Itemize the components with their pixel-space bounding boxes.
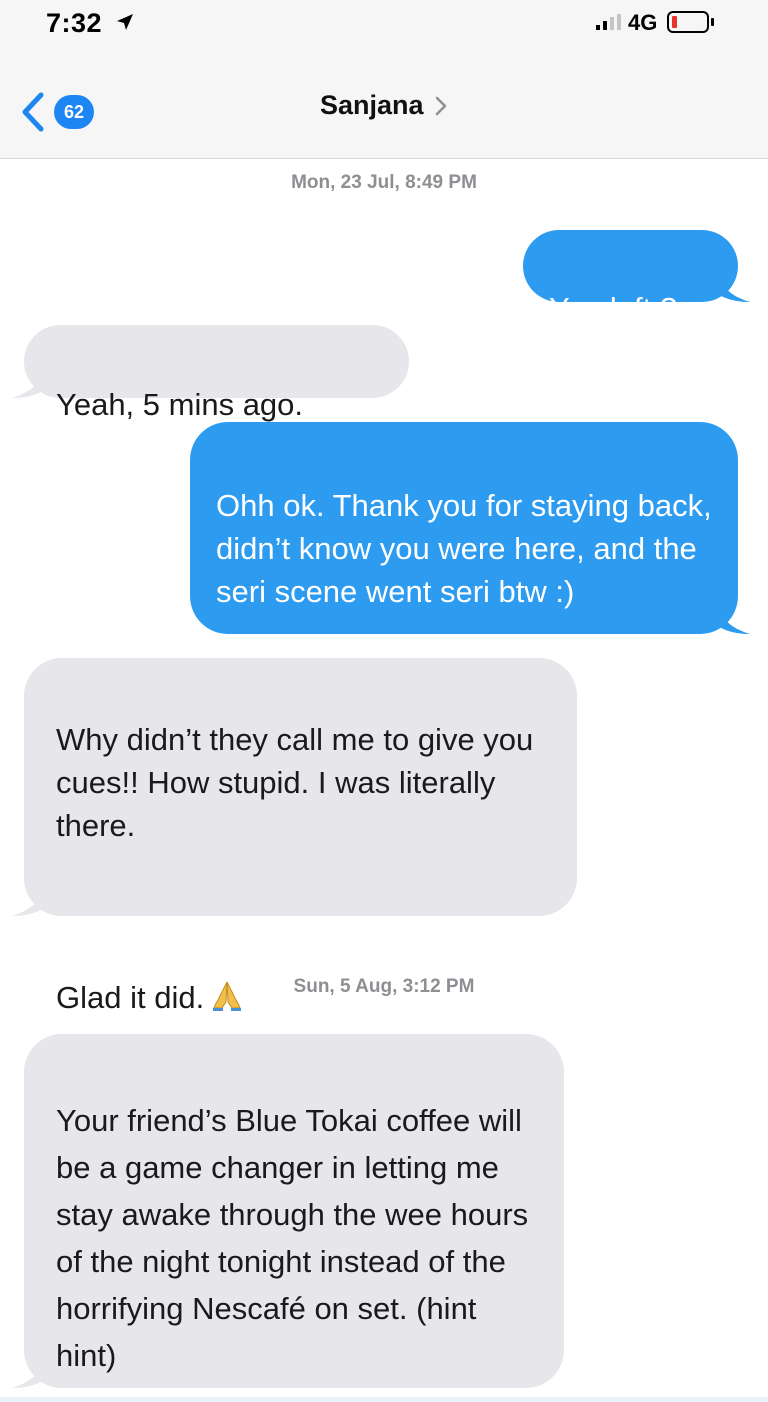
bubble-tail	[12, 1354, 46, 1388]
outgoing-message[interactable]: Ohh ok. Thank you for staying back, didn…	[190, 422, 750, 634]
chevron-right-icon	[435, 96, 447, 115]
timestamp: Mon, 23 Jul, 8:49 PM	[291, 172, 477, 193]
timestamp: Sun, 5 Aug, 3:12 PM	[293, 976, 475, 997]
message-text: Ohh ok. Thank you for staying back, didn…	[216, 488, 712, 609]
outgoing-message[interactable]: You left ?	[523, 230, 750, 326]
status-time: 7:32	[46, 8, 103, 38]
message-text: You left ?	[549, 291, 678, 326]
message-text: Yeah, 5 mins ago.	[56, 387, 304, 422]
conversation-header: 62 Sanjana	[0, 58, 768, 159]
location-arrow-icon	[117, 14, 133, 30]
bubble-tail	[716, 268, 750, 302]
network-type: 4G	[628, 10, 658, 35]
screenshot-border	[0, 1397, 768, 1402]
bubble-tail	[12, 364, 46, 398]
incoming-message[interactable]: Your friend’s Blue Tokai coffee will be …	[12, 1034, 564, 1388]
message-text: Your friend’s Blue Tokai coffee will be …	[56, 1103, 529, 1373]
incoming-message[interactable]: Why didn’t they call me to give you cues…	[12, 658, 577, 1015]
bubble-tail	[12, 882, 46, 916]
contact-name: Sanjana	[320, 90, 424, 120]
contact-details-button[interactable]: Sanjana	[0, 90, 768, 121]
incoming-message[interactable]: Yeah, 5 mins ago.	[12, 325, 409, 422]
cellular-signal-icon	[596, 14, 621, 30]
message-text: Why didn’t they call me to give you cues…	[56, 722, 534, 843]
status-bar: 7:32 4G	[0, 0, 768, 58]
bubble-tail	[716, 600, 750, 634]
messages-screen: 7:32 4G 62 Sanjana Mon, 23 Jul, 8:49 PM …	[0, 0, 768, 1402]
battery-icon	[667, 11, 714, 33]
